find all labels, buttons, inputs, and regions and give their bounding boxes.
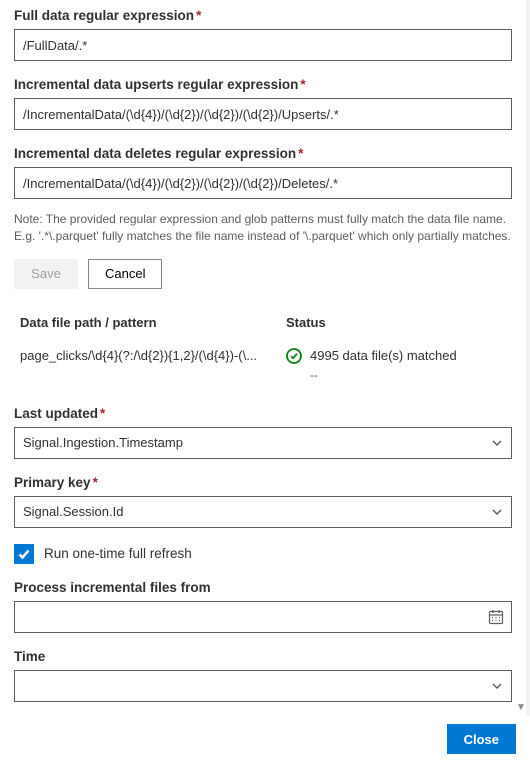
table-row: page_clicks/\d{4}(?:/\d{2}){1,2}/(\d{4})… bbox=[20, 338, 506, 386]
column-header-status: Status bbox=[286, 315, 506, 330]
panel-footer: Close bbox=[0, 716, 530, 762]
time-select[interactable] bbox=[14, 670, 512, 702]
deletes-regex-label: Incremental data deletes regular express… bbox=[14, 146, 512, 161]
scroll-down-arrow[interactable]: ▼ bbox=[512, 698, 530, 716]
required-indicator: * bbox=[93, 475, 98, 490]
save-button: Save bbox=[14, 259, 78, 289]
deletes-regex-input[interactable] bbox=[14, 167, 512, 199]
settings-panel: Full data regular expression* Incrementa… bbox=[0, 0, 530, 716]
checkmark-icon bbox=[17, 547, 31, 561]
time-label: Time bbox=[14, 649, 512, 664]
full-data-regex-group: Full data regular expression* bbox=[14, 8, 512, 61]
primary-key-group: Primary key* Signal.Session.Id bbox=[14, 475, 512, 528]
last-updated-value: Signal.Ingestion.Timestamp bbox=[23, 435, 491, 450]
upserts-regex-label: Incremental data upserts regular express… bbox=[14, 77, 512, 92]
cell-path: page_clicks/\d{4}(?:/\d{2}){1,2}/(\d{4})… bbox=[20, 348, 286, 363]
full-data-regex-label: Full data regular expression* bbox=[14, 8, 512, 23]
time-group: Time bbox=[14, 649, 512, 702]
full-data-regex-input[interactable] bbox=[14, 29, 512, 61]
status-subtext: -- bbox=[286, 368, 506, 382]
upserts-regex-input[interactable] bbox=[14, 98, 512, 130]
process-from-label: Process incremental files from bbox=[14, 580, 512, 595]
primary-key-select[interactable]: Signal.Session.Id bbox=[14, 496, 512, 528]
file-pattern-table: Data file path / pattern Status page_cli… bbox=[14, 307, 512, 386]
required-indicator: * bbox=[196, 8, 201, 23]
regex-note: Note: The provided regular expression an… bbox=[14, 211, 512, 245]
last-updated-select[interactable]: Signal.Ingestion.Timestamp bbox=[14, 427, 512, 459]
chevron-down-icon bbox=[491, 506, 503, 518]
process-from-input[interactable] bbox=[14, 601, 512, 633]
chevron-down-icon bbox=[491, 680, 503, 692]
required-indicator: * bbox=[300, 77, 305, 92]
checkmark-circle-icon bbox=[286, 348, 302, 364]
last-updated-label: Last updated* bbox=[14, 406, 512, 421]
last-updated-group: Last updated* Signal.Ingestion.Timestamp bbox=[14, 406, 512, 459]
upserts-regex-group: Incremental data upserts regular express… bbox=[14, 77, 512, 130]
required-indicator: * bbox=[298, 146, 303, 161]
chevron-down-icon bbox=[491, 437, 503, 449]
process-from-group: Process incremental files from bbox=[14, 580, 512, 633]
full-refresh-label: Run one-time full refresh bbox=[44, 546, 192, 561]
status-text: 4995 data file(s) matched bbox=[310, 348, 457, 363]
cancel-button[interactable]: Cancel bbox=[88, 259, 162, 289]
checkbox-box bbox=[14, 544, 34, 564]
full-refresh-checkbox[interactable]: Run one-time full refresh bbox=[14, 544, 512, 564]
cell-status: 4995 data file(s) matched -- bbox=[286, 348, 506, 382]
table-header: Data file path / pattern Status bbox=[20, 307, 506, 338]
primary-key-label: Primary key* bbox=[14, 475, 512, 490]
save-cancel-row: Save Cancel bbox=[14, 259, 512, 289]
primary-key-value: Signal.Session.Id bbox=[23, 504, 491, 519]
column-header-path: Data file path / pattern bbox=[20, 315, 286, 330]
close-button[interactable]: Close bbox=[447, 724, 516, 754]
deletes-regex-group: Incremental data deletes regular express… bbox=[14, 146, 512, 199]
required-indicator: * bbox=[100, 406, 105, 421]
